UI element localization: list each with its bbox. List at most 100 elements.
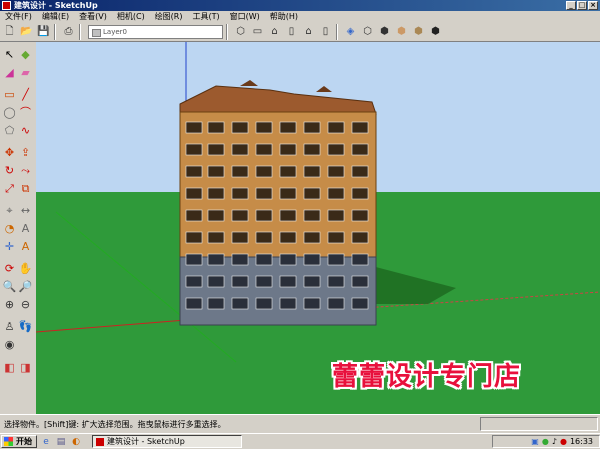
window [327, 121, 345, 134]
wireframe-icon[interactable]: ⬡ [360, 24, 375, 39]
right-view-icon[interactable]: ▯ [284, 24, 299, 39]
3d-text-icon[interactable]: A [18, 239, 33, 254]
antivirus-icon[interactable]: ● [542, 437, 549, 446]
dimension-icon[interactable]: ↔ [18, 203, 33, 218]
section-plane-icon[interactable]: ◧ [2, 360, 17, 375]
menu-draw[interactable]: 绘图(R) [150, 11, 188, 22]
scale-icon[interactable]: ⤢ [2, 181, 17, 196]
measurements-box[interactable] [480, 417, 598, 431]
monochrome-icon[interactable]: ⬢ [428, 24, 443, 39]
rotate-icon[interactable]: ↻ [2, 163, 17, 178]
menu-tools[interactable]: 工具(T) [188, 11, 225, 22]
polygon-icon[interactable]: ⬠ [2, 123, 17, 138]
window [207, 231, 225, 244]
push-pull-icon[interactable]: ⇪ [18, 145, 33, 160]
make-component-icon[interactable]: ◆ [18, 47, 33, 62]
menu-view[interactable]: 查看(V) [74, 11, 112, 22]
paint-bucket-icon[interactable]: ◢ [2, 65, 17, 80]
new-file-icon[interactable]: 🗋 [2, 24, 17, 39]
menu-help[interactable]: 帮助(H) [265, 11, 303, 22]
layer-select[interactable]: Layer0 [88, 24, 223, 39]
front-view-icon[interactable]: ⌂ [267, 24, 282, 39]
top-view-icon[interactable]: ▭ [250, 24, 265, 39]
xray-icon[interactable]: ◈ [343, 24, 358, 39]
zoom-extents-icon[interactable]: ⊕ [2, 297, 17, 312]
left-view-icon[interactable]: ▯ [318, 24, 333, 39]
window [279, 275, 297, 288]
open-file-icon[interactable]: 📂 [19, 24, 34, 39]
window [255, 231, 273, 244]
window [185, 165, 203, 178]
media-player-icon[interactable]: ◐ [70, 436, 82, 448]
iso-view-icon[interactable]: ⬡ [233, 24, 248, 39]
window [327, 275, 345, 288]
hidden-line-icon[interactable]: ⬢ [377, 24, 392, 39]
network-icon[interactable]: ▣ [531, 437, 539, 446]
window [185, 297, 203, 310]
window [303, 275, 321, 288]
menu-file[interactable]: 文件(F) [0, 11, 37, 22]
save-icon[interactable]: 💾 [36, 24, 51, 39]
protractor-icon[interactable]: ◔ [2, 221, 17, 236]
text-tool-icon[interactable]: A [18, 221, 33, 236]
taskbar-sketchup-window[interactable]: 建筑设计 - SketchUp [92, 435, 242, 448]
window [231, 231, 249, 244]
sketchup-window: 建筑设计 - SketchUp _ □ × 文件(F) 编辑(E) 查看(V) … [0, 0, 600, 449]
window [231, 275, 249, 288]
window [207, 209, 225, 222]
window [303, 209, 321, 222]
look-around-eye-icon[interactable]: ◉ [2, 337, 17, 352]
ie-browser-icon[interactable]: e [40, 436, 52, 448]
window [279, 165, 297, 178]
window [327, 165, 345, 178]
toolbar-separator [54, 23, 56, 40]
rectangle-icon[interactable]: ▭ [2, 87, 17, 102]
menu-window[interactable]: 窗口(W) [225, 11, 265, 22]
zoom-window-icon[interactable]: 🔎 [18, 279, 33, 294]
eraser-icon[interactable]: ▰ [18, 65, 33, 80]
line-pencil-icon[interactable]: ╱ [18, 87, 33, 102]
minimize-button[interactable]: _ [566, 1, 576, 10]
window [279, 143, 297, 156]
previous-view-icon[interactable]: ⊖ [18, 297, 33, 312]
freehand-icon[interactable]: ∿ [18, 123, 33, 138]
back-view-icon[interactable]: ⌂ [301, 24, 316, 39]
print-icon[interactable]: ⎙ [61, 24, 76, 39]
shaded-texture-icon[interactable]: ⬢ [411, 24, 426, 39]
menu-camera[interactable]: 相机(C) [112, 11, 150, 22]
arc-icon[interactable]: ⌒ [18, 105, 33, 120]
zoom-icon[interactable]: 🔍 [2, 279, 17, 294]
select-arrow-icon[interactable]: ↖ [2, 47, 17, 62]
tape-measure-icon[interactable]: ⌖ [2, 203, 17, 218]
close-button[interactable]: × [588, 1, 598, 10]
section-display-icon[interactable]: ◨ [18, 360, 33, 375]
window [351, 275, 369, 288]
window [279, 297, 297, 310]
maximize-button[interactable]: □ [577, 1, 587, 10]
window [303, 231, 321, 244]
window [231, 209, 249, 222]
3d-model-viewport[interactable]: 蕾蕾设计专门店 [36, 42, 600, 414]
window [303, 121, 321, 134]
orbit-icon[interactable]: ⟳ [2, 261, 17, 276]
axes-icon[interactable]: ✛ [2, 239, 17, 254]
building-stone-base [179, 256, 377, 326]
start-button[interactable]: 开始 [1, 435, 37, 448]
position-camera-icon[interactable]: ♙ [2, 319, 17, 334]
ime-icon[interactable]: ● [560, 437, 567, 446]
volume-icon[interactable]: ♪ [552, 437, 557, 446]
title-bar[interactable]: 建筑设计 - SketchUp _ □ × [0, 0, 600, 11]
window [255, 165, 273, 178]
pan-hand-icon[interactable]: ✋ [18, 261, 33, 276]
follow-me-icon[interactable]: ⤳ [18, 163, 33, 178]
circle-icon[interactable]: ◯ [2, 105, 17, 120]
shaded-icon[interactable]: ⬢ [394, 24, 409, 39]
menu-edit[interactable]: 编辑(E) [37, 11, 74, 22]
walk-footprints-icon[interactable]: 👣 [18, 319, 33, 334]
window [327, 253, 345, 266]
move-icon[interactable]: ✥ [2, 145, 17, 160]
window-title: 建筑设计 - SketchUp [14, 1, 98, 10]
show-desktop-icon[interactable]: ▤ [55, 436, 67, 448]
offset-icon[interactable]: ⧉ [18, 181, 33, 196]
window [279, 121, 297, 134]
